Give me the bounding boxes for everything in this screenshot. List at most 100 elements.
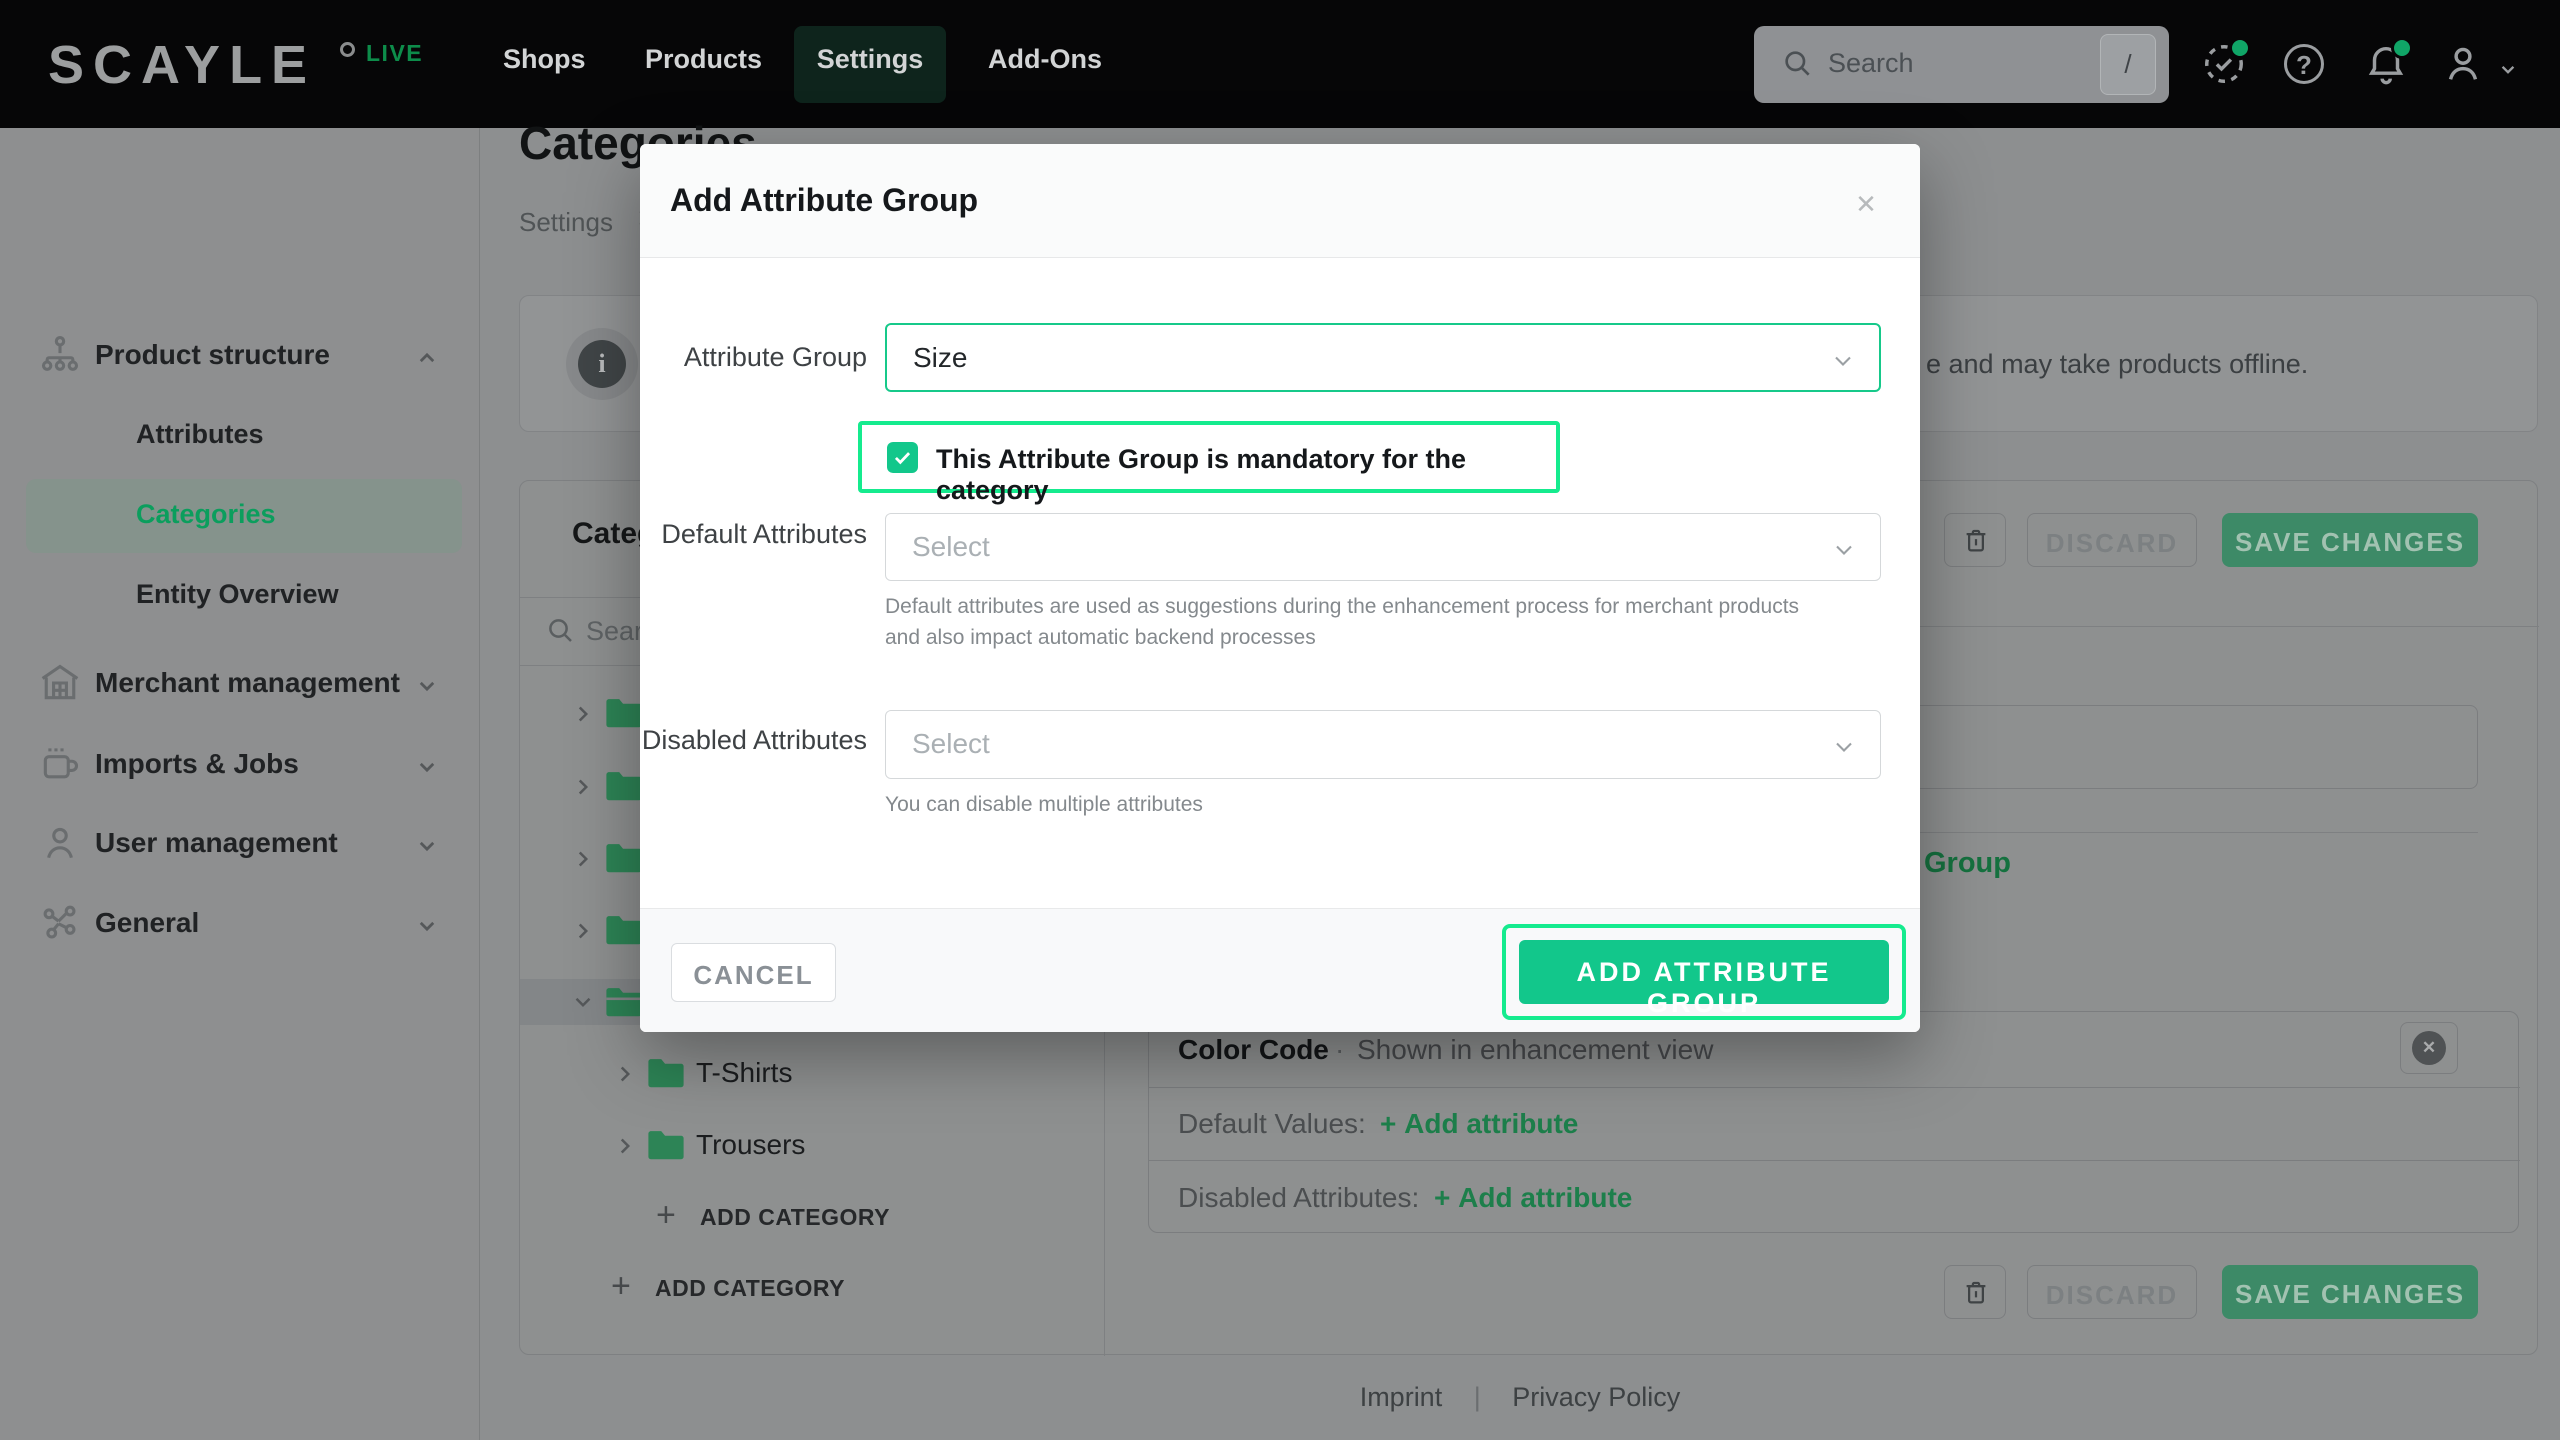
person-icon	[38, 821, 82, 865]
add-disabled-attribute-link[interactable]: + Add attribute	[1434, 1182, 1632, 1214]
search-shortcut-key: /	[2100, 34, 2156, 95]
sidebar-item-label: User management	[95, 827, 338, 859]
discard-button-top[interactable]: DISCARD	[2027, 513, 2197, 567]
add-category-label: ADD CATEGORY	[655, 1275, 845, 1302]
folder-icon	[646, 1129, 686, 1161]
cancel-label: CANCEL	[672, 960, 835, 991]
chevron-right-icon[interactable]	[612, 1133, 638, 1159]
breadcrumb-settings[interactable]: Settings	[519, 207, 613, 238]
search-icon	[1782, 48, 1814, 80]
chevron-down-icon[interactable]	[570, 989, 596, 1015]
chevron-right-icon[interactable]	[570, 774, 596, 800]
trash-icon	[1961, 1278, 1991, 1308]
sidebar-item-entity-overview[interactable]: Entity Overview	[0, 559, 480, 633]
user-menu-chevron-down-icon[interactable]	[2495, 56, 2521, 82]
remove-attribute-group-button[interactable]: ✕	[2400, 1022, 2458, 1074]
add-attribute-group-modal: Add Attribute Group ✕ Attribute Group Si…	[640, 144, 1920, 1032]
trash-icon	[1961, 526, 1991, 556]
sidebar-item-merchant-management[interactable]: Merchant management	[0, 647, 480, 721]
modal-footer: CANCEL ADD ATTRIBUTE GROUP	[640, 908, 1920, 1032]
sidebar-item-user-management[interactable]: User management	[0, 807, 480, 881]
cancel-button[interactable]: CANCEL	[671, 943, 836, 1002]
save-changes-button-top[interactable]: SAVE CHANGES	[2222, 513, 2478, 567]
add-attribute-label: Add attribute	[1458, 1182, 1632, 1213]
disabled-attributes-field-label: Disabled Attributes	[640, 725, 867, 756]
discard-label: DISCARD	[2028, 528, 2196, 559]
check-icon	[891, 447, 914, 468]
bell-icon[interactable]	[2363, 41, 2409, 87]
save-changes-button-bottom[interactable]: SAVE CHANGES	[2222, 1265, 2478, 1319]
sidebar-item-general[interactable]: General	[0, 887, 480, 961]
folder-icon	[604, 914, 644, 946]
chevron-down-icon	[1829, 347, 1857, 375]
chevron-down-icon	[1830, 536, 1858, 564]
folder-icon	[604, 770, 644, 802]
close-icon[interactable]: ✕	[1846, 184, 1886, 224]
disabled-attributes-select[interactable]: Select	[885, 710, 1881, 779]
nav-link-add-ons[interactable]: Add-Ons	[988, 44, 1102, 75]
disabled-attributes-label: Disabled Attributes:	[1178, 1182, 1419, 1214]
attribute-group-select[interactable]: Size	[885, 323, 1881, 392]
add-attribute-group-link-fragment[interactable]: Group	[1924, 847, 2011, 880]
delete-category-button-bottom[interactable]	[1944, 1265, 2006, 1319]
nav-link-shops[interactable]: Shops	[503, 44, 586, 75]
modal-title: Add Attribute Group	[670, 182, 978, 219]
mandatory-checkbox[interactable]	[887, 442, 918, 473]
sidebar-item-label: Attributes	[136, 419, 264, 450]
folder-icon	[604, 842, 644, 874]
page-footer: Imprint | Privacy Policy	[480, 1382, 2560, 1413]
chevron-right-icon[interactable]	[612, 1061, 638, 1087]
chevron-down-icon	[412, 671, 442, 701]
chevron-down-icon	[412, 911, 442, 941]
attribute-note: Shown in enhancement view	[1357, 1034, 1713, 1066]
status-progress-icon[interactable]	[2201, 41, 2247, 87]
logo-circle-mark-icon	[340, 42, 355, 57]
add-category-label: ADD CATEGORY	[700, 1204, 890, 1231]
attribute-name: Color Code	[1178, 1034, 1329, 1066]
sidebar-item-label: Categories	[136, 499, 276, 530]
delete-category-button-top[interactable]	[1944, 513, 2006, 567]
store-icon	[38, 661, 82, 705]
chevron-right-icon[interactable]	[570, 701, 596, 727]
add-default-attribute-link[interactable]: + Add attribute	[1380, 1108, 1578, 1140]
attribute-group-field-label: Attribute Group	[640, 342, 867, 373]
scayle-logo: SCAYLE	[48, 34, 316, 96]
row-divider	[1149, 1087, 2520, 1088]
add-attribute-group-button[interactable]: ADD ATTRIBUTE GROUP	[1519, 940, 1889, 1004]
chevron-down-icon	[412, 752, 442, 782]
imprint-link[interactable]: Imprint	[1360, 1382, 1443, 1412]
help-icon[interactable]: ?	[2284, 44, 2330, 90]
status-notification-dot	[2229, 37, 2251, 59]
chevron-right-icon[interactable]	[570, 918, 596, 944]
nav-link-products[interactable]: Products	[645, 44, 762, 75]
folder-icon	[604, 697, 644, 729]
dot-separator: ·	[1335, 1034, 1344, 1066]
save-changes-label: SAVE CHANGES	[2222, 527, 2478, 558]
chevron-right-icon[interactable]	[570, 846, 596, 872]
chevron-up-icon	[412, 343, 442, 373]
add-attribute-label: Add attribute	[1404, 1108, 1578, 1139]
sidebar-item-product-structure[interactable]: Product structure	[0, 319, 480, 393]
add-attribute-group-button-label: ADD ATTRIBUTE GROUP	[1519, 957, 1889, 1019]
nav-link-settings[interactable]: Settings	[794, 26, 946, 103]
tree-label: T-Shirts	[696, 1057, 792, 1089]
save-changes-label: SAVE CHANGES	[2222, 1279, 2478, 1310]
discard-button-bottom[interactable]: DISCARD	[2027, 1265, 2197, 1319]
x-circle-icon: ✕	[2412, 1031, 2446, 1065]
banner-text: e and may take products offline.	[1926, 349, 2308, 380]
sidebar-item-label: Entity Overview	[136, 579, 339, 610]
checkbox-highlight-annotation: This Attribute Group is mandatory for th…	[858, 421, 1560, 493]
sidebar-item-categories[interactable]: Categories	[0, 479, 480, 553]
privacy-policy-link[interactable]: Privacy Policy	[1512, 1382, 1680, 1412]
sidebar-item-imports-jobs[interactable]: Imports & Jobs	[0, 728, 480, 802]
user-avatar-icon[interactable]	[2440, 41, 2486, 87]
nav-link-settings-label: Settings	[794, 44, 946, 75]
disabled-attributes-placeholder: Select	[912, 728, 990, 760]
sidebar-item-attributes[interactable]: Attributes	[0, 399, 480, 473]
default-attributes-select[interactable]: Select	[885, 513, 1881, 581]
discard-label: DISCARD	[2028, 1280, 2196, 1311]
default-attributes-field-label: Default Attributes	[640, 519, 867, 550]
nodes-icon	[38, 901, 82, 945]
global-search-input[interactable]: Search /	[1754, 26, 2169, 103]
modal-header: Add Attribute Group ✕	[640, 144, 1920, 258]
